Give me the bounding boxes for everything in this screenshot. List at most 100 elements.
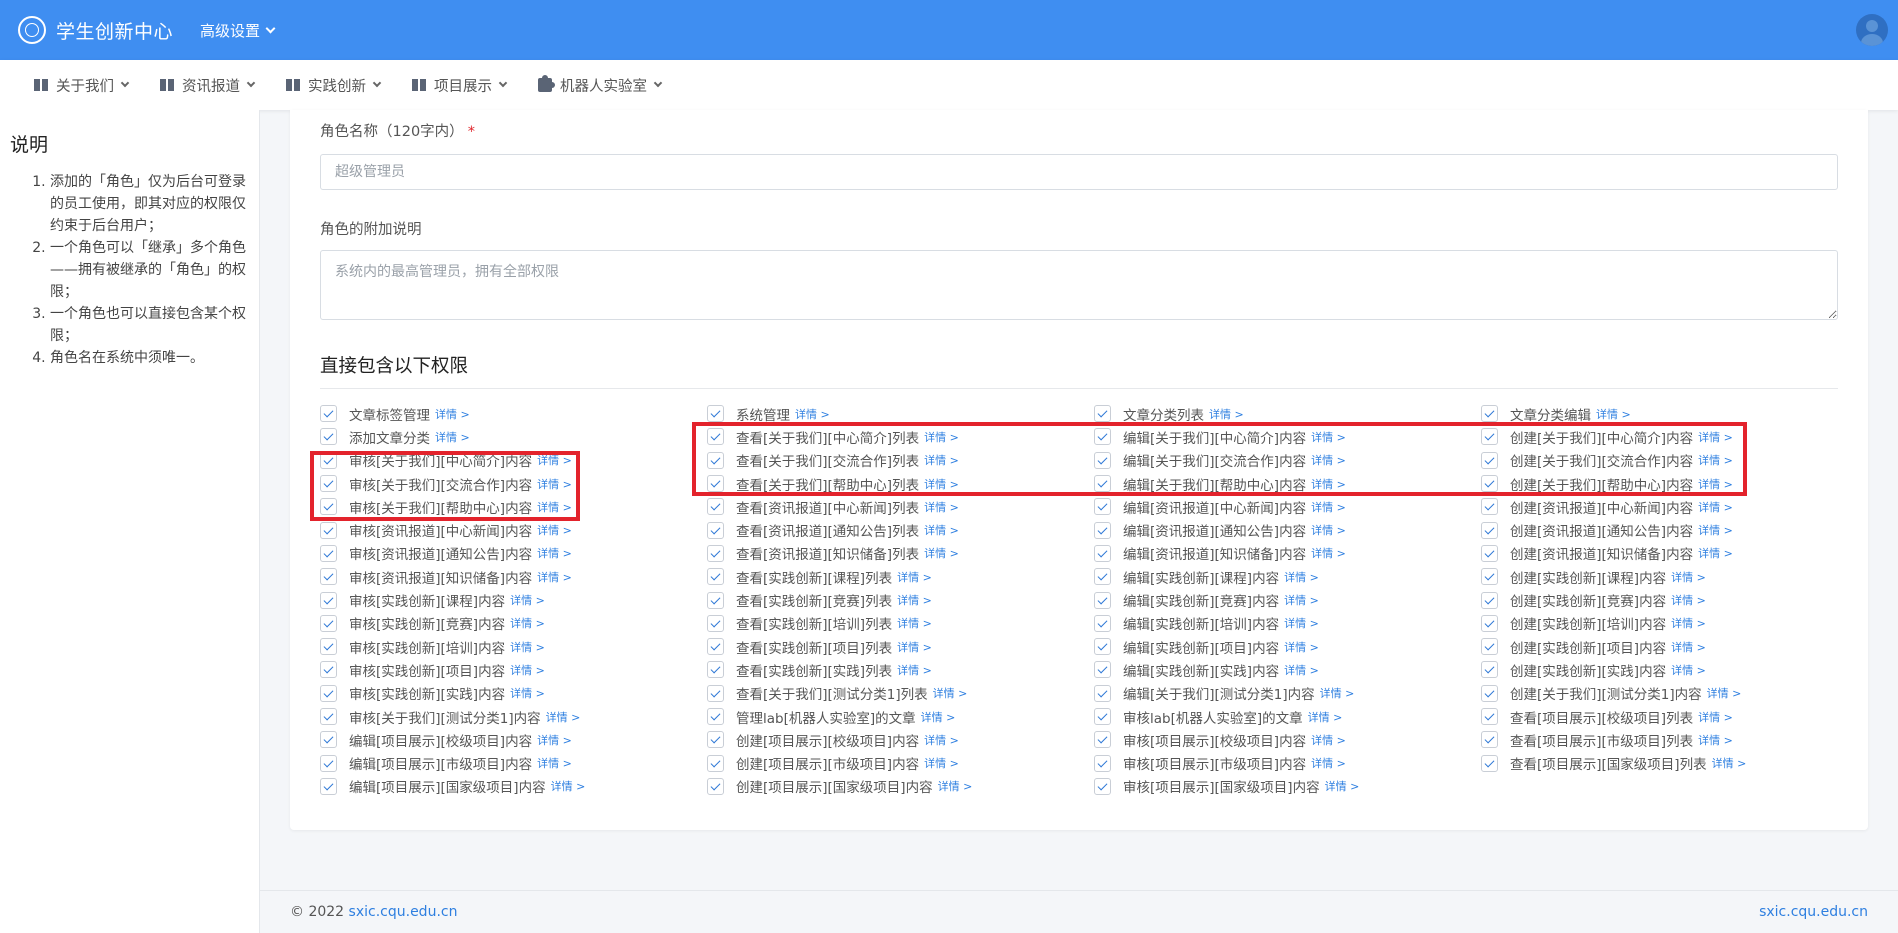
permission-checkbox[interactable] — [1481, 731, 1498, 749]
nav-item-projects[interactable]: 项目展示 — [412, 75, 508, 96]
permission-checkbox[interactable] — [1481, 428, 1498, 446]
permission-checkbox[interactable] — [1481, 405, 1498, 423]
permission-detail-link[interactable]: 详情 > — [1284, 569, 1319, 585]
permission-checkbox[interactable] — [1481, 498, 1498, 516]
permission-checkbox[interactable] — [320, 521, 337, 539]
permission-checkbox[interactable] — [320, 451, 337, 469]
permission-checkbox[interactable] — [1094, 777, 1111, 795]
permission-checkbox[interactable] — [1094, 661, 1111, 679]
permission-detail-link[interactable]: 详情 > — [1671, 639, 1706, 655]
permission-detail-link[interactable]: 详情 > — [1698, 429, 1733, 445]
permission-detail-link[interactable]: 详情 > — [924, 522, 959, 538]
permission-detail-link[interactable]: 详情 > — [897, 615, 932, 631]
permission-detail-link[interactable]: 详情 > — [537, 755, 572, 771]
permission-checkbox[interactable] — [1094, 568, 1111, 586]
permission-detail-link[interactable]: 详情 > — [795, 406, 830, 422]
permission-detail-link[interactable]: 详情 > — [1311, 452, 1346, 468]
permission-detail-link[interactable]: 详情 > — [1698, 522, 1733, 538]
permission-detail-link[interactable]: 详情 > — [510, 662, 545, 678]
permission-checkbox[interactable] — [1094, 475, 1111, 493]
permission-checkbox[interactable] — [707, 475, 724, 493]
permission-detail-link[interactable]: 详情 > — [1284, 592, 1319, 608]
permission-detail-link[interactable]: 详情 > — [938, 778, 973, 794]
permission-detail-link[interactable]: 详情 > — [1311, 522, 1346, 538]
permission-detail-link[interactable]: 详情 > — [1311, 476, 1346, 492]
permission-checkbox[interactable] — [1481, 568, 1498, 586]
brand[interactable]: 学生创新中心 — [18, 16, 173, 44]
permission-detail-link[interactable]: 详情 > — [921, 709, 956, 725]
permission-checkbox[interactable] — [1481, 708, 1498, 725]
permission-checkbox[interactable] — [1481, 544, 1498, 562]
permission-detail-link[interactable]: 详情 > — [537, 522, 572, 538]
permission-detail-link[interactable]: 详情 > — [1698, 545, 1733, 561]
permission-checkbox[interactable] — [707, 568, 724, 586]
permission-detail-link[interactable]: 详情 > — [924, 429, 959, 445]
permission-checkbox[interactable] — [320, 544, 337, 562]
permission-checkbox[interactable] — [1094, 498, 1111, 516]
permission-detail-link[interactable]: 详情 > — [510, 615, 545, 631]
permission-detail-link[interactable]: 详情 > — [1707, 685, 1742, 701]
permission-checkbox[interactable] — [1094, 614, 1111, 632]
permission-detail-link[interactable]: 详情 > — [1671, 615, 1706, 631]
permission-detail-link[interactable]: 详情 > — [1325, 778, 1360, 794]
permission-detail-link[interactable]: 详情 > — [924, 545, 959, 561]
permission-checkbox[interactable] — [320, 777, 337, 795]
permission-detail-link[interactable]: 详情 > — [510, 592, 545, 608]
permission-checkbox[interactable] — [1481, 754, 1498, 772]
permission-checkbox[interactable] — [707, 708, 724, 725]
permission-checkbox[interactable] — [1094, 638, 1111, 656]
permission-checkbox[interactable] — [707, 451, 724, 469]
permission-checkbox[interactable] — [707, 498, 724, 516]
permission-checkbox[interactable] — [320, 708, 337, 725]
permission-detail-link[interactable]: 详情 > — [551, 778, 586, 794]
permission-detail-link[interactable]: 详情 > — [1698, 452, 1733, 468]
permission-checkbox[interactable] — [320, 661, 337, 679]
permission-detail-link[interactable]: 详情 > — [1311, 755, 1346, 771]
permission-detail-link[interactable]: 详情 > — [933, 685, 968, 701]
permission-checkbox[interactable] — [1481, 684, 1498, 702]
permission-detail-link[interactable]: 详情 > — [1311, 732, 1346, 748]
permission-checkbox[interactable] — [320, 475, 337, 493]
permission-detail-link[interactable]: 详情 > — [1311, 545, 1346, 561]
permission-detail-link[interactable]: 详情 > — [1284, 639, 1319, 655]
permission-detail-link[interactable]: 详情 > — [1698, 732, 1733, 748]
permission-detail-link[interactable]: 详情 > — [510, 685, 545, 701]
permission-detail-link[interactable]: 详情 > — [1698, 709, 1733, 725]
permission-checkbox[interactable] — [1094, 428, 1111, 446]
permission-checkbox[interactable] — [1481, 638, 1498, 656]
permission-checkbox[interactable] — [707, 684, 724, 702]
permission-detail-link[interactable]: 详情 > — [1698, 499, 1733, 515]
permission-checkbox[interactable] — [1481, 591, 1498, 609]
permission-detail-link[interactable]: 详情 > — [897, 639, 932, 655]
permission-detail-link[interactable]: 详情 > — [924, 755, 959, 771]
permission-detail-link[interactable]: 详情 > — [537, 569, 572, 585]
permission-checkbox[interactable] — [707, 614, 724, 632]
permission-checkbox[interactable] — [707, 428, 724, 446]
permission-checkbox[interactable] — [707, 661, 724, 679]
permission-checkbox[interactable] — [320, 405, 337, 423]
nav-item-robot-lab[interactable]: 机器人实验室 — [538, 75, 663, 96]
permission-detail-link[interactable]: 详情 > — [537, 545, 572, 561]
nav-item-practice[interactable]: 实践创新 — [286, 75, 382, 96]
permission-detail-link[interactable]: 详情 > — [537, 499, 572, 515]
permission-checkbox[interactable] — [1094, 731, 1111, 749]
role-name-input[interactable] — [320, 154, 1838, 190]
permission-checkbox[interactable] — [707, 521, 724, 539]
permission-detail-link[interactable]: 详情 > — [924, 732, 959, 748]
permission-checkbox[interactable] — [1481, 614, 1498, 632]
permission-detail-link[interactable]: 详情 > — [435, 429, 470, 445]
permission-detail-link[interactable]: 详情 > — [1671, 662, 1706, 678]
footer-link-right[interactable]: sxic.cqu.edu.cn — [1759, 904, 1868, 920]
permission-detail-link[interactable]: 详情 > — [546, 709, 581, 725]
permission-checkbox[interactable] — [320, 731, 337, 749]
permission-checkbox[interactable] — [707, 405, 724, 423]
permission-detail-link[interactable]: 详情 > — [1284, 662, 1319, 678]
permission-detail-link[interactable]: 详情 > — [1671, 592, 1706, 608]
permission-checkbox[interactable] — [320, 428, 337, 446]
permission-detail-link[interactable]: 详情 > — [924, 499, 959, 515]
user-avatar[interactable] — [1856, 14, 1888, 46]
permission-checkbox[interactable] — [1481, 475, 1498, 493]
footer-link[interactable]: sxic.cqu.edu.cn — [349, 904, 458, 920]
permission-checkbox[interactable] — [320, 498, 337, 516]
permission-detail-link[interactable]: 详情 > — [924, 452, 959, 468]
